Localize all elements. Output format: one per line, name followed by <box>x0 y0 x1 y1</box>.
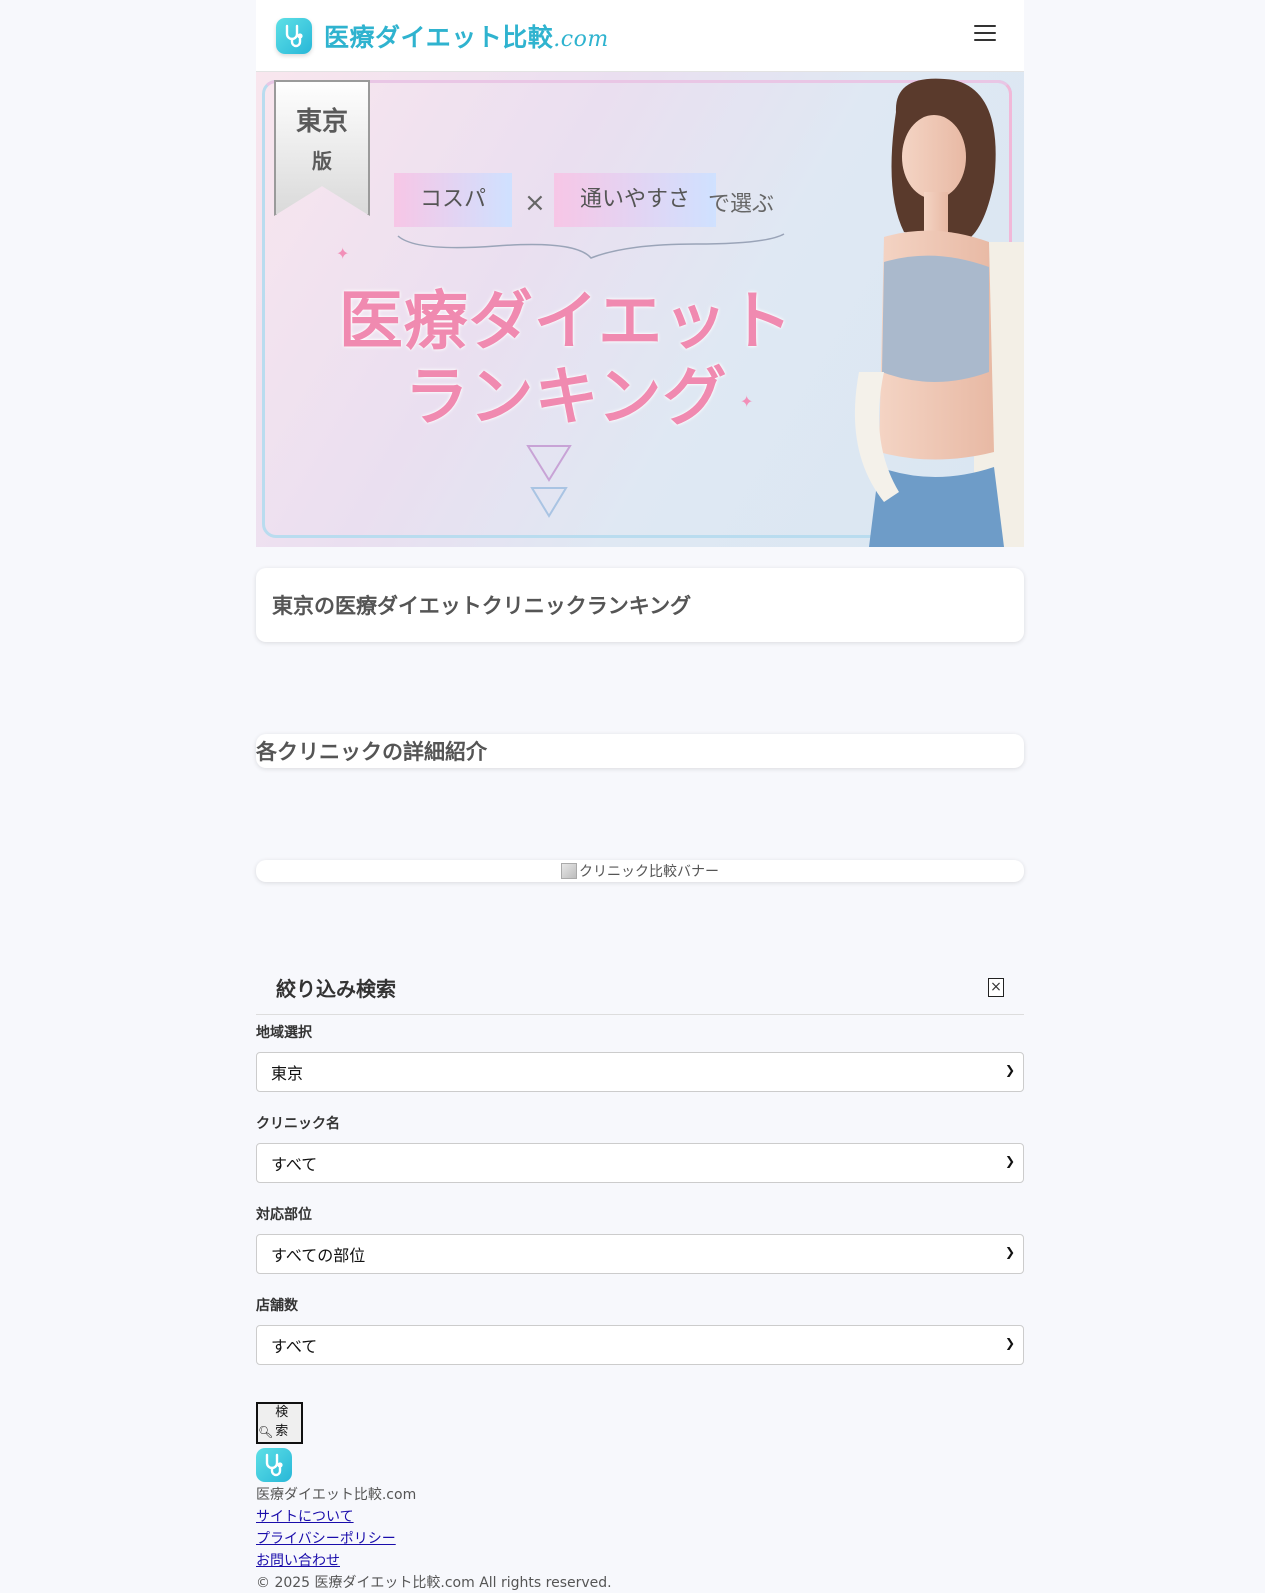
details-title: 各クリニックの詳細紹介 <box>256 740 487 764</box>
store-count-label: 店舗数 <box>256 1298 298 1314</box>
clinic-banner-card[interactable]: クリニック比較バナー <box>256 860 1024 882</box>
footer-site-name: 医療ダイエット比較.com <box>256 1487 417 1503</box>
region-ribbon-text: 東京 版 <box>274 98 370 176</box>
ranking-title: 東京の医療ダイエットクリニックランキング <box>272 594 692 618</box>
body-part-select[interactable]: すべての部位 ❯ <box>256 1234 1024 1274</box>
chevron-down-icon: ❯ <box>1004 1336 1015 1350</box>
hamburger-menu-icon[interactable] <box>974 25 996 43</box>
footer-link-contact[interactable]: お問い合わせ <box>256 1550 340 1570</box>
hero-title-line-1: 医療ダイエット <box>338 285 794 359</box>
filter-header: 絞り込み検索 × <box>256 960 1024 1015</box>
ribbon-line-2: 版 <box>312 149 332 173</box>
times-symbol: × <box>524 188 546 218</box>
hero-banner[interactable]: 東京 版 コスパ × 通いやすさ で選ぶ ✦ ✦ 医療ダイエット ランキング <box>256 72 1024 547</box>
choose-text: で選ぶ <box>708 192 775 217</box>
region-select-value: 東京 <box>271 1064 304 1083</box>
hero-title: 医療ダイエット ランキング <box>326 284 806 436</box>
details-title-card: 各クリニックの詳細紹介 <box>256 734 1024 768</box>
search-button-label: 検索 <box>275 1405 289 1439</box>
brace-decoration <box>397 233 785 259</box>
model-photo <box>854 78 1024 547</box>
filter-title: 絞り込み検索 <box>276 976 396 1001</box>
search-button[interactable]: 🔍︎ 検索 <box>256 1402 303 1444</box>
clinic-select-value: すべて <box>271 1155 318 1174</box>
clinic-comparison-banner[interactable]: クリニック比較バナー <box>561 861 719 881</box>
copyright-text: © 2025 医療ダイエット比較.com All rights reserved… <box>256 1575 612 1591</box>
cost-tag: コスパ <box>394 173 513 227</box>
broken-image-icon <box>561 863 577 879</box>
body-part-select-value: すべての部位 <box>271 1246 366 1265</box>
chevron-down-icon: ❯ <box>1004 1245 1015 1259</box>
clinic-select[interactable]: すべて ❯ <box>256 1143 1024 1183</box>
search-icon: 🔍︎ <box>258 1425 274 1439</box>
accessibility-tag: 通いやすさ <box>554 173 717 227</box>
region-select[interactable]: 東京 ❯ <box>256 1052 1024 1092</box>
logo-main-text: 医療ダイエット比較 <box>324 22 554 52</box>
footer-link-about[interactable]: サイトについて <box>256 1506 354 1526</box>
body-part-label: 対応部位 <box>256 1207 312 1223</box>
footer-link-privacy[interactable]: プライバシーポリシー <box>256 1528 396 1548</box>
clinic-label: クリニック名 <box>256 1116 340 1132</box>
chevron-down-icon: ❯ <box>1004 1063 1015 1077</box>
ribbon-line-1: 東京 <box>295 107 348 137</box>
store-count-select-value: すべて <box>271 1337 318 1356</box>
site-logo[interactable]: 医療ダイエット比較.com <box>324 18 609 54</box>
stethoscope-logo-icon[interactable] <box>276 17 312 54</box>
region-label: 地域選択 <box>256 1025 312 1041</box>
close-button[interactable]: × <box>988 978 1004 997</box>
footer-stethoscope-logo-icon[interactable] <box>256 1448 292 1482</box>
sparkle-icon: ✦ <box>336 244 350 263</box>
chevron-down-icon: ❯ <box>1004 1154 1015 1168</box>
hero-title-line-2: ランキング <box>404 361 728 435</box>
down-arrows-icon <box>526 445 572 518</box>
ranking-title-card: 東京の医療ダイエットクリニックランキング <box>256 568 1024 642</box>
banner-alt-text: クリニック比較バナー <box>579 864 719 880</box>
logo-suffix-text: .com <box>553 26 609 52</box>
site-header: 医療ダイエット比較.com <box>256 0 1024 72</box>
store-count-select[interactable]: すべて ❯ <box>256 1325 1024 1365</box>
